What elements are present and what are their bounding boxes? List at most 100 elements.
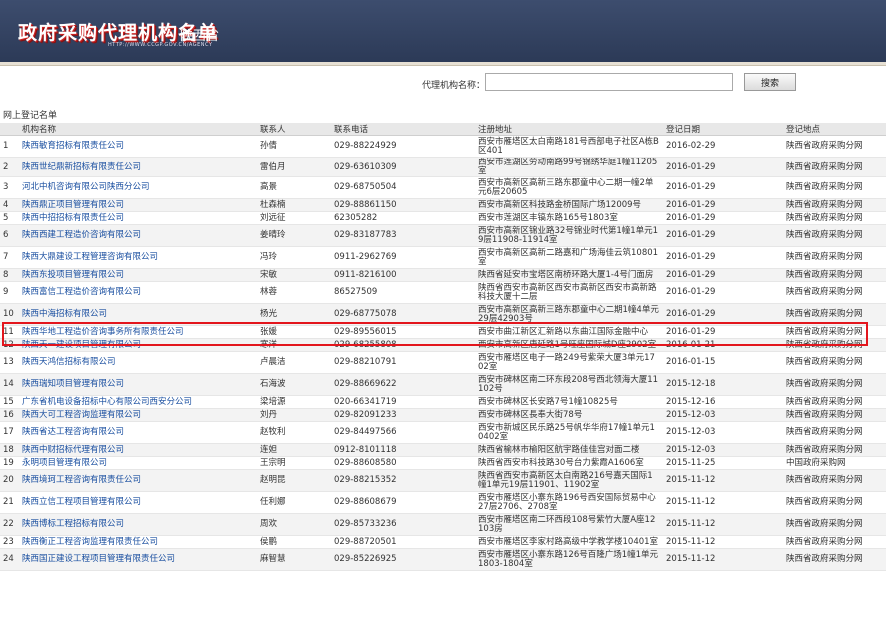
table-row: 9 陕西富信工程造价咨询有限公司 林蓉 86527509 陕西省西安市高新区西安市高新区… — [0, 281, 886, 304]
agency-name-link[interactable]: 陕西天鸿信招标有限公司 — [18, 351, 256, 374]
agency-name-link[interactable]: 陕西天一建设项目管理有限公司 — [18, 338, 256, 352]
registration-date: 2015-12-16 — [662, 395, 782, 409]
registration-place: 陕西省政府采购分网 — [782, 325, 886, 339]
contact-name: 梁培源 — [256, 395, 330, 409]
agency-name-link[interactable]: 永明项目管理有限公司 — [18, 456, 256, 470]
registered-address: 西安市高新区高新二路嘉和广场海佳云筑10801室 — [474, 246, 662, 269]
row-number: 24 — [0, 548, 18, 571]
agency-name-link[interactable]: 陕西西建工程造价咨询有限公司 — [18, 224, 256, 247]
registration-date: 2015-12-03 — [662, 443, 782, 457]
registration-place: 陕西省政府采购分网 — [782, 421, 886, 444]
registration-date: 2016-01-29 — [662, 303, 782, 326]
table-row: 21 陕西立信工程项目管理有限公司 任利娜 029-88608679 西安市雁塔区小寨东… — [0, 491, 886, 514]
col-index — [0, 123, 18, 136]
contact-phone: 020-66341719 — [330, 395, 474, 409]
registration-place: 陕西省政府采购分网 — [782, 513, 886, 536]
registration-place: 陕西省政府采购分网 — [782, 535, 886, 549]
registered-address: 西安市高新区高新三路东郡童中心二期一幢2单元6层20605 — [474, 176, 662, 199]
agency-name-link[interactable]: 陕西境珂工程咨询有限责任公司 — [18, 469, 256, 492]
registration-date: 2016-01-29 — [662, 198, 782, 212]
contact-name: 雷伯月 — [256, 157, 330, 177]
row-number: 18 — [0, 443, 18, 457]
row-number: 5 — [0, 211, 18, 225]
contact-phone: 029-88720501 — [330, 535, 474, 549]
registration-date: 2015-11-12 — [662, 513, 782, 536]
row-number: 4 — [0, 198, 18, 212]
registration-date: 2015-12-03 — [662, 408, 782, 422]
agency-name-link[interactable]: 河北中机咨询有限公司陕西分公司 — [18, 176, 256, 199]
contact-phone: 029-85733236 — [330, 513, 474, 536]
contact-name: 石海波 — [256, 373, 330, 396]
contact-name: 刘远征 — [256, 211, 330, 225]
registration-place: 陕西省政府采购分网 — [782, 157, 886, 177]
agency-name-link[interactable]: 陕西省达工程咨询有限公司 — [18, 421, 256, 444]
registration-date: 2015-11-12 — [662, 535, 782, 549]
agency-name-link[interactable]: 陕西华地工程造价咨询事务所有限责任公司 — [18, 325, 256, 339]
registered-address: 西安市碑林区长安路7号1幢10825号 — [474, 395, 662, 409]
site-url: HTTP://WWW.CCGP.GOV.CN/AGENCY — [108, 42, 213, 48]
contact-name: 赵牧利 — [256, 421, 330, 444]
table-row: 19 永明项目管理有限公司 王宗明 029-88608580 陕西省西安市科技路30号台… — [0, 456, 886, 470]
registration-place: 陕西省政府采购分网 — [782, 135, 886, 158]
contact-name: 卢晨洁 — [256, 351, 330, 374]
registration-date: 2016-01-29 — [662, 157, 782, 177]
table-row: 15 广东省机电设备招标中心有限公司西安分公司 梁培源 020-66341719 西安市… — [0, 395, 886, 409]
registered-address: 西安市莲湖区劳动南路99号锦绣华庭1幢11205室 — [474, 157, 662, 177]
registration-date: 2016-01-29 — [662, 176, 782, 199]
agency-name-link[interactable]: 陕西中财招标代理有限公司 — [18, 443, 256, 457]
contact-phone: 029-89556015 — [330, 325, 474, 339]
registration-date: 2015-12-18 — [662, 373, 782, 396]
registered-address: 西安市高新区唐延路1号旺座国际城D座2902室 — [474, 338, 662, 352]
contact-phone: 029-68750504 — [330, 176, 474, 199]
agency-name-link[interactable]: 陕西国正建设工程项目管理有限责任公司 — [18, 548, 256, 571]
agency-name-link[interactable]: 陕西世纪鼎新招标有限责任公司 — [18, 157, 256, 177]
row-number: 22 — [0, 513, 18, 536]
registration-place: 陕西省政府采购分网 — [782, 395, 886, 409]
registration-date: 2015-11-12 — [662, 548, 782, 571]
table-row: 24 陕西国正建设工程项目管理有限责任公司 麻智慧 029-85226925 西安市雁塔… — [0, 548, 886, 571]
registered-address: 西安市高新区科技路金桥国际广场12009号 — [474, 198, 662, 212]
contact-name: 杜森楠 — [256, 198, 330, 212]
contact-name: 宋敏 — [256, 268, 330, 282]
search-button[interactable]: 搜索 — [744, 73, 796, 91]
agency-name-input[interactable] — [485, 73, 733, 91]
registration-place: 陕西省政府采购分网 — [782, 246, 886, 269]
registered-address: 西安市雁塔区李家村路高级中学教学楼10401室 — [474, 535, 662, 549]
registered-address: 西安市雁塔区小寨东路126号百隆广场1幢1单元1803-1804室 — [474, 548, 662, 571]
registration-place: 陕西省政府采购分网 — [782, 198, 886, 212]
contact-name: 赵明昆 — [256, 469, 330, 492]
row-number: 19 — [0, 456, 18, 470]
agency-name-link[interactable]: 陕西富信工程造价咨询有限公司 — [18, 281, 256, 304]
contact-phone: 62305282 — [330, 211, 474, 225]
agency-name-link[interactable]: 广东省机电设备招标中心有限公司西安分公司 — [18, 395, 256, 409]
agency-name-link[interactable]: 陕西瑞知项目管理有限公司 — [18, 373, 256, 396]
table-row: 8 陕西东投项目管理有限公司 宋敏 0911-8216100 陕西省延安市宝塔区南桥环路… — [0, 268, 886, 282]
agency-name-link[interactable]: 陕西立信工程项目管理有限公司 — [18, 491, 256, 514]
registration-place: 陕西省政府采购分网 — [782, 408, 886, 422]
agency-name-link[interactable]: 陕西鼎正项目管理有限公司 — [18, 198, 256, 212]
contact-phone: 029-88608580 — [330, 456, 474, 470]
contact-phone: 029-82091233 — [330, 408, 474, 422]
agency-name-link[interactable]: 陕西博标工程招标有限公司 — [18, 513, 256, 536]
contact-phone: 0911-8216100 — [330, 268, 474, 282]
agency-name-link[interactable]: 陕西东投项目管理有限公司 — [18, 268, 256, 282]
contact-name: 孙倩 — [256, 135, 330, 158]
agency-name-link[interactable]: 陕西敏育招标有限责任公司 — [18, 135, 256, 158]
row-number: 12 — [0, 338, 18, 352]
agency-name-link[interactable]: 陕西中招招标有限责任公司 — [18, 211, 256, 225]
registered-address: 陕西省榆林市榆阳区航宇路佳佳宫对面二楼 — [474, 443, 662, 457]
contact-phone: 029-88861150 — [330, 198, 474, 212]
row-number: 15 — [0, 395, 18, 409]
registration-date: 2016-01-15 — [662, 351, 782, 374]
agency-name-link[interactable]: 陕西衡正工程咨询监理有限责任公司 — [18, 535, 256, 549]
table-row: 1 陕西敏育招标有限责任公司 孙倩 029-88224929 西安市雁塔区太白南路181… — [0, 135, 886, 158]
table-row: 4 陕西鼎正项目管理有限公司 杜森楠 029-88861150 西安市高新区科技路金桥国… — [0, 198, 886, 212]
registration-place: 陕西省政府采购分网 — [782, 351, 886, 374]
agency-name-link[interactable]: 陕西大可工程咨询监理有限公司 — [18, 408, 256, 422]
agency-name-link[interactable]: 陕西大鼎建设工程管理咨询有限公司 — [18, 246, 256, 269]
contact-phone: 029-88669622 — [330, 373, 474, 396]
table-row: 17 陕西省达工程咨询有限公司 赵牧利 029-84497566 西安市新城区民乐路25… — [0, 421, 886, 444]
registered-address: 西安市碑林区長奉大街78号 — [474, 408, 662, 422]
agency-name-link[interactable]: 陕西中海招标有限公司 — [18, 303, 256, 326]
contact-phone: 029-88608679 — [330, 491, 474, 514]
